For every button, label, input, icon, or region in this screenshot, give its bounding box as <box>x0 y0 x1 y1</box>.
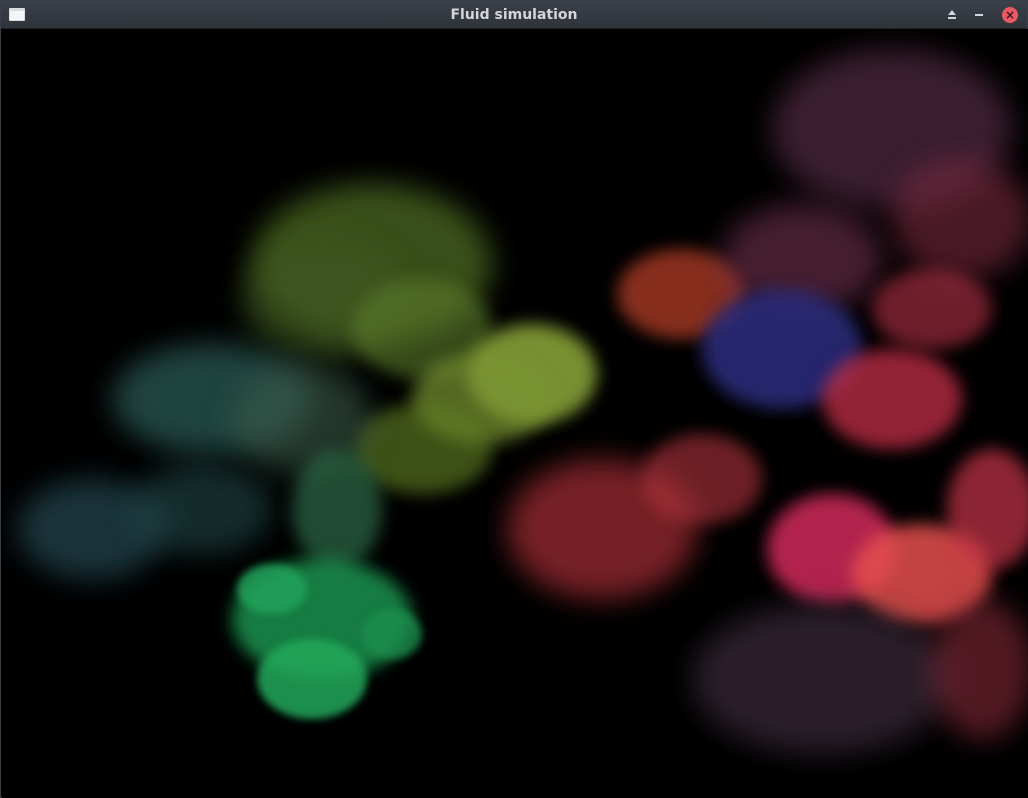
minimize-button[interactable] <box>969 5 989 25</box>
dye-blob <box>642 434 762 524</box>
dye-blob <box>692 604 952 754</box>
keep-above-button[interactable] <box>942 5 962 25</box>
dye-blob <box>362 609 422 659</box>
window-title: Fluid simulation <box>450 7 578 23</box>
dye-blob <box>292 449 382 569</box>
close-icon: × <box>1002 7 1018 23</box>
dye-blob <box>822 349 962 449</box>
simulation-canvas[interactable] <box>2 29 1028 798</box>
titlebar[interactable]: Fluid simulation × <box>1 1 1027 29</box>
dye-blob <box>237 564 307 614</box>
dye-blob <box>257 639 367 719</box>
dye-blob <box>132 464 272 554</box>
dye-blob <box>872 269 992 349</box>
dye-blob <box>932 599 1028 739</box>
close-button[interactable]: × <box>1000 5 1020 25</box>
app-window: Fluid simulation × <box>0 0 1028 798</box>
eject-icon <box>947 10 957 20</box>
dye-blob <box>892 159 1028 279</box>
fluid-render <box>2 29 1028 798</box>
minus-icon <box>975 14 983 16</box>
